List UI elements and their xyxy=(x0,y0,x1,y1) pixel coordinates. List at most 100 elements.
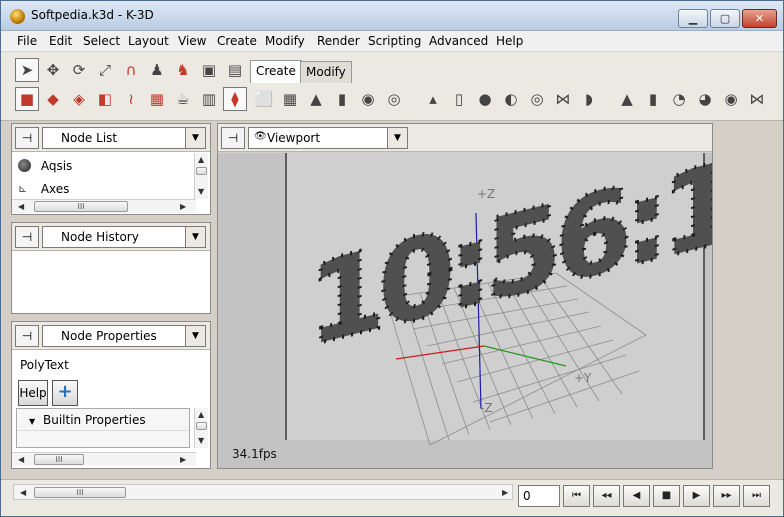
face-select-icon[interactable]: ◧ xyxy=(93,87,117,111)
menu-help[interactable]: Help xyxy=(496,34,523,48)
nurbs-sphere-icon[interactable]: ◕ xyxy=(693,87,717,111)
nurbs-disk-icon[interactable]: ◔ xyxy=(667,87,691,111)
node-history-header: ⊣ Node History ▼ xyxy=(12,223,210,251)
scale-tool-icon[interactable]: ⤢ xyxy=(93,58,117,82)
chevron-down-icon: ▼ xyxy=(185,227,205,247)
poly-cylinder-icon[interactable]: ▮ xyxy=(330,87,354,111)
panel-type-select[interactable]: Node History ▼ xyxy=(42,226,206,248)
play-button[interactable]: ▶ xyxy=(683,485,710,507)
list-item[interactable]: ⊾ Axes xyxy=(18,181,69,196)
node-list-panel: ⊣ Node List ▼ Aqsis ⊾ Axes ▲ ▼ ◀ III ▶ xyxy=(11,123,211,215)
axes-icon: ⊾ xyxy=(18,182,28,195)
render-animation-icon[interactable]: ▤ xyxy=(223,58,247,82)
tab-create[interactable]: Create xyxy=(250,60,302,83)
parent-tool-icon[interactable]: ♟ xyxy=(145,58,169,82)
pin-icon[interactable]: ⊣ xyxy=(15,325,39,347)
quadric-cone-icon[interactable]: ▴ xyxy=(421,87,445,111)
pin-icon[interactable]: ⊣ xyxy=(15,226,39,248)
panel-type-select[interactable]: Node Properties ▼ xyxy=(42,325,206,347)
scroll-thumb[interactable] xyxy=(196,422,207,430)
scroll-thumb[interactable]: III xyxy=(34,454,84,465)
poly-grid-icon[interactable]: ▦ xyxy=(278,87,302,111)
help-button[interactable]: Help xyxy=(18,380,48,406)
move-tool-icon[interactable]: ✥ xyxy=(41,58,65,82)
viewport-header: ⊣ 👁 Viewport ▼ xyxy=(218,124,712,152)
menu-scripting[interactable]: Scripting xyxy=(368,34,421,48)
scroll-thumb[interactable]: III xyxy=(34,487,126,498)
panel-type-select[interactable]: Node List ▼ xyxy=(42,127,206,149)
poly-disk-icon[interactable]: ◉ xyxy=(356,87,380,111)
rotate-tool-icon[interactable]: ⟳ xyxy=(67,58,91,82)
maximize-button[interactable]: ▢ xyxy=(710,9,740,28)
quadric-torus-icon[interactable]: ◗ xyxy=(577,87,601,111)
panel-type-select[interactable]: 👁 Viewport ▼ xyxy=(248,127,408,149)
panel-title: Viewport xyxy=(267,131,321,145)
pin-icon[interactable]: ⊣ xyxy=(15,127,39,149)
minimize-button[interactable]: ▁ xyxy=(678,9,708,28)
quadric-hyperboloid-icon[interactable]: ◐ xyxy=(499,87,523,111)
quadric-paraboloid-icon[interactable]: ◎ xyxy=(525,87,549,111)
app-window: Softpedia.k3d - K-3D ▁ ▢ ✕ File Edit Sel… xyxy=(0,0,784,517)
node-name: PolyText xyxy=(20,358,69,372)
node-properties-panel: ⊣ Node Properties ▼ PolyText Help + ▼ Bu… xyxy=(11,321,211,469)
node-properties-header: ⊣ Node Properties ▼ xyxy=(12,322,210,350)
node-select-icon[interactable]: ■ xyxy=(15,87,39,111)
first-frame-button[interactable]: ⏮ xyxy=(563,485,590,507)
horizontal-scrollbar[interactable]: ◀ III ▶ xyxy=(12,452,196,466)
uniform-select-icon[interactable]: ▥ xyxy=(197,87,221,111)
point-select-icon[interactable]: ◆ xyxy=(41,87,65,111)
list-item-label: Aqsis xyxy=(40,158,73,173)
play-reverse-button[interactable]: ◀ xyxy=(623,485,650,507)
pin-icon[interactable]: ⊣ xyxy=(221,127,245,149)
last-frame-button[interactable]: ⏭ xyxy=(743,485,770,507)
menu-create[interactable]: Create xyxy=(217,34,257,48)
menu-advanced[interactable]: Advanced xyxy=(429,34,488,48)
render-frame-icon[interactable]: ▣ xyxy=(197,58,221,82)
y-axis-pos-label: +Y xyxy=(574,371,592,385)
node-list-header: ⊣ Node List ▼ xyxy=(12,124,210,152)
menu-render[interactable]: Render xyxy=(317,34,360,48)
poly-cone-icon[interactable]: ▲ xyxy=(304,87,328,111)
menu-select[interactable]: Select xyxy=(83,34,120,48)
quadric-sphere-icon[interactable]: ⋈ xyxy=(551,87,575,111)
add-property-button[interactable]: + xyxy=(52,380,78,406)
menu-layout[interactable]: Layout xyxy=(128,34,169,48)
horizontal-scrollbar[interactable]: ◀ III ▶ xyxy=(12,199,196,213)
quadric-cylinder-icon[interactable]: ▯ xyxy=(447,87,471,111)
builtin-properties-expander[interactable]: ▼ Builtin Properties xyxy=(17,409,189,431)
snap-tool-icon[interactable]: ∩ xyxy=(119,58,143,82)
select-tool-icon[interactable]: ➤ xyxy=(15,58,39,82)
patch-select-icon[interactable]: ▦ xyxy=(145,87,169,111)
nurbs-cylinder-icon[interactable]: ▮ xyxy=(641,87,665,111)
menu-modify[interactable]: Modify xyxy=(265,34,305,48)
panel-title: Node Properties xyxy=(61,329,157,343)
chevron-down-icon: ▼ xyxy=(387,128,407,148)
poly-cube-icon[interactable]: ⬜ xyxy=(252,87,276,111)
quadric-disk-icon[interactable]: ● xyxy=(473,87,497,111)
frame-number-input[interactable]: 0 xyxy=(518,485,560,507)
unparent-tool-icon[interactable]: ♞ xyxy=(171,58,195,82)
rewind-button[interactable]: ◂◂ xyxy=(593,485,620,507)
scroll-thumb[interactable] xyxy=(196,167,207,175)
stop-button[interactable]: ■ xyxy=(653,485,680,507)
vertical-scrollbar[interactable]: ▲ ▼ xyxy=(194,153,208,199)
poly-torus-icon[interactable]: ◎ xyxy=(382,87,406,111)
close-button[interactable]: ✕ xyxy=(742,9,777,28)
viewport-canvas[interactable]: +Z -Z +Y 10:56:17 34.1fps xyxy=(218,153,712,468)
timeline-scrollbar[interactable]: ◀ III ▶ xyxy=(13,484,513,500)
scroll-thumb[interactable]: III xyxy=(34,201,128,212)
nurbs-cone-icon[interactable]: ▲ xyxy=(615,87,639,111)
nurbs-torus-icon[interactable]: ◉ xyxy=(719,87,743,111)
menu-view[interactable]: View xyxy=(178,34,206,48)
edge-select-icon[interactable]: ◈ xyxy=(67,87,91,111)
vertical-scrollbar[interactable]: ▲ ▼ xyxy=(194,408,208,448)
menu-edit[interactable]: Edit xyxy=(49,34,72,48)
list-item[interactable]: Aqsis xyxy=(18,158,72,173)
tab-modify[interactable]: Modify xyxy=(300,61,352,83)
curve-select-icon[interactable]: ≀ xyxy=(119,87,143,111)
split-select-icon[interactable]: ⧫ xyxy=(223,87,247,111)
fast-forward-button[interactable]: ▸▸ xyxy=(713,485,740,507)
nurbs-hyperboloid-icon[interactable]: ⋈ xyxy=(745,87,769,111)
teapot-icon[interactable]: ☕ xyxy=(171,87,195,111)
menu-file[interactable]: File xyxy=(17,34,37,48)
